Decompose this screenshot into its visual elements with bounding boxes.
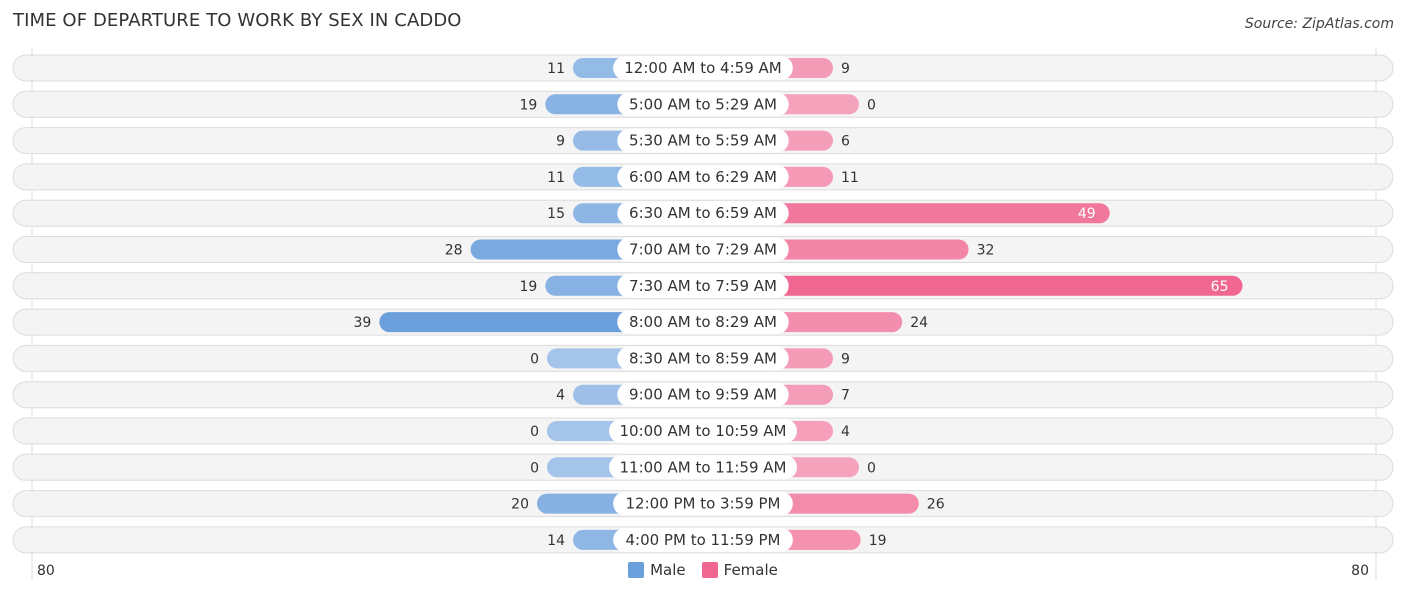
value-label-male: 39: [353, 315, 371, 331]
legend-item-male[interactable]: Male: [628, 561, 686, 579]
value-label-male: 28: [445, 243, 463, 259]
legend-label-male: Male: [650, 561, 686, 579]
legend-swatch-female: [701, 562, 718, 578]
chart: 11 9 12:00 AM to 4:59 AM 19 0 5:00 AM to 5:29…: [12, 48, 1394, 580]
legend-swatch-male: [628, 562, 645, 578]
legend-label-female: Female: [723, 561, 778, 579]
value-label-male: 19: [519, 97, 537, 113]
value-label-male: 20: [511, 497, 529, 513]
category-label: 7:30 AM to 7:59 AM: [629, 277, 777, 295]
value-label-female: 24: [910, 315, 928, 331]
category-label: 9:00 AM to 9:59 AM: [629, 386, 777, 404]
value-label-male: 14: [547, 533, 565, 549]
legend-item-female[interactable]: Female: [701, 561, 778, 579]
value-label-female: 0: [867, 97, 876, 113]
value-label-female: 26: [927, 497, 945, 513]
category-label: 10:00 AM to 10:59 AM: [620, 422, 787, 440]
value-label-female: 7: [841, 388, 850, 404]
value-label-female: 19: [869, 533, 887, 549]
value-label-female: 11: [841, 170, 859, 186]
value-label-male: 11: [547, 61, 565, 77]
value-label-male: 4: [556, 388, 565, 404]
value-label-male: 0: [530, 351, 539, 367]
category-label: 8:30 AM to 8:59 AM: [629, 349, 777, 367]
value-label-female: 4: [841, 424, 850, 440]
category-label: 12:00 PM to 3:59 PM: [625, 495, 780, 513]
value-label-female: 65: [1211, 279, 1229, 295]
category-label: 6:30 AM to 6:59 AM: [629, 204, 777, 222]
legend: Male Female: [0, 561, 1406, 579]
value-label-male: 11: [547, 170, 565, 186]
category-label: 6:00 AM to 6:29 AM: [629, 168, 777, 186]
value-label-male: 0: [530, 424, 539, 440]
value-label-female: 0: [867, 460, 876, 476]
value-label-male: 19: [519, 279, 537, 295]
category-label: 5:30 AM to 5:59 AM: [629, 132, 777, 150]
category-label: 4:00 PM to 11:59 PM: [625, 531, 780, 549]
category-label: 7:00 AM to 7:29 AM: [629, 241, 777, 259]
category-label: 12:00 AM to 4:59 AM: [624, 59, 781, 77]
value-label-male: 9: [556, 134, 565, 150]
value-label-female: 49: [1078, 206, 1096, 222]
value-label-female: 9: [841, 351, 850, 367]
value-label-male: 0: [530, 460, 539, 476]
value-label-female: 9: [841, 61, 850, 77]
category-label: 11:00 AM to 11:59 AM: [620, 458, 787, 476]
value-label-male: 15: [547, 206, 565, 222]
category-label: 8:00 AM to 8:29 AM: [629, 313, 777, 331]
category-label: 5:00 AM to 5:29 AM: [629, 95, 777, 113]
value-label-female: 32: [977, 243, 995, 259]
value-label-female: 6: [841, 134, 850, 150]
